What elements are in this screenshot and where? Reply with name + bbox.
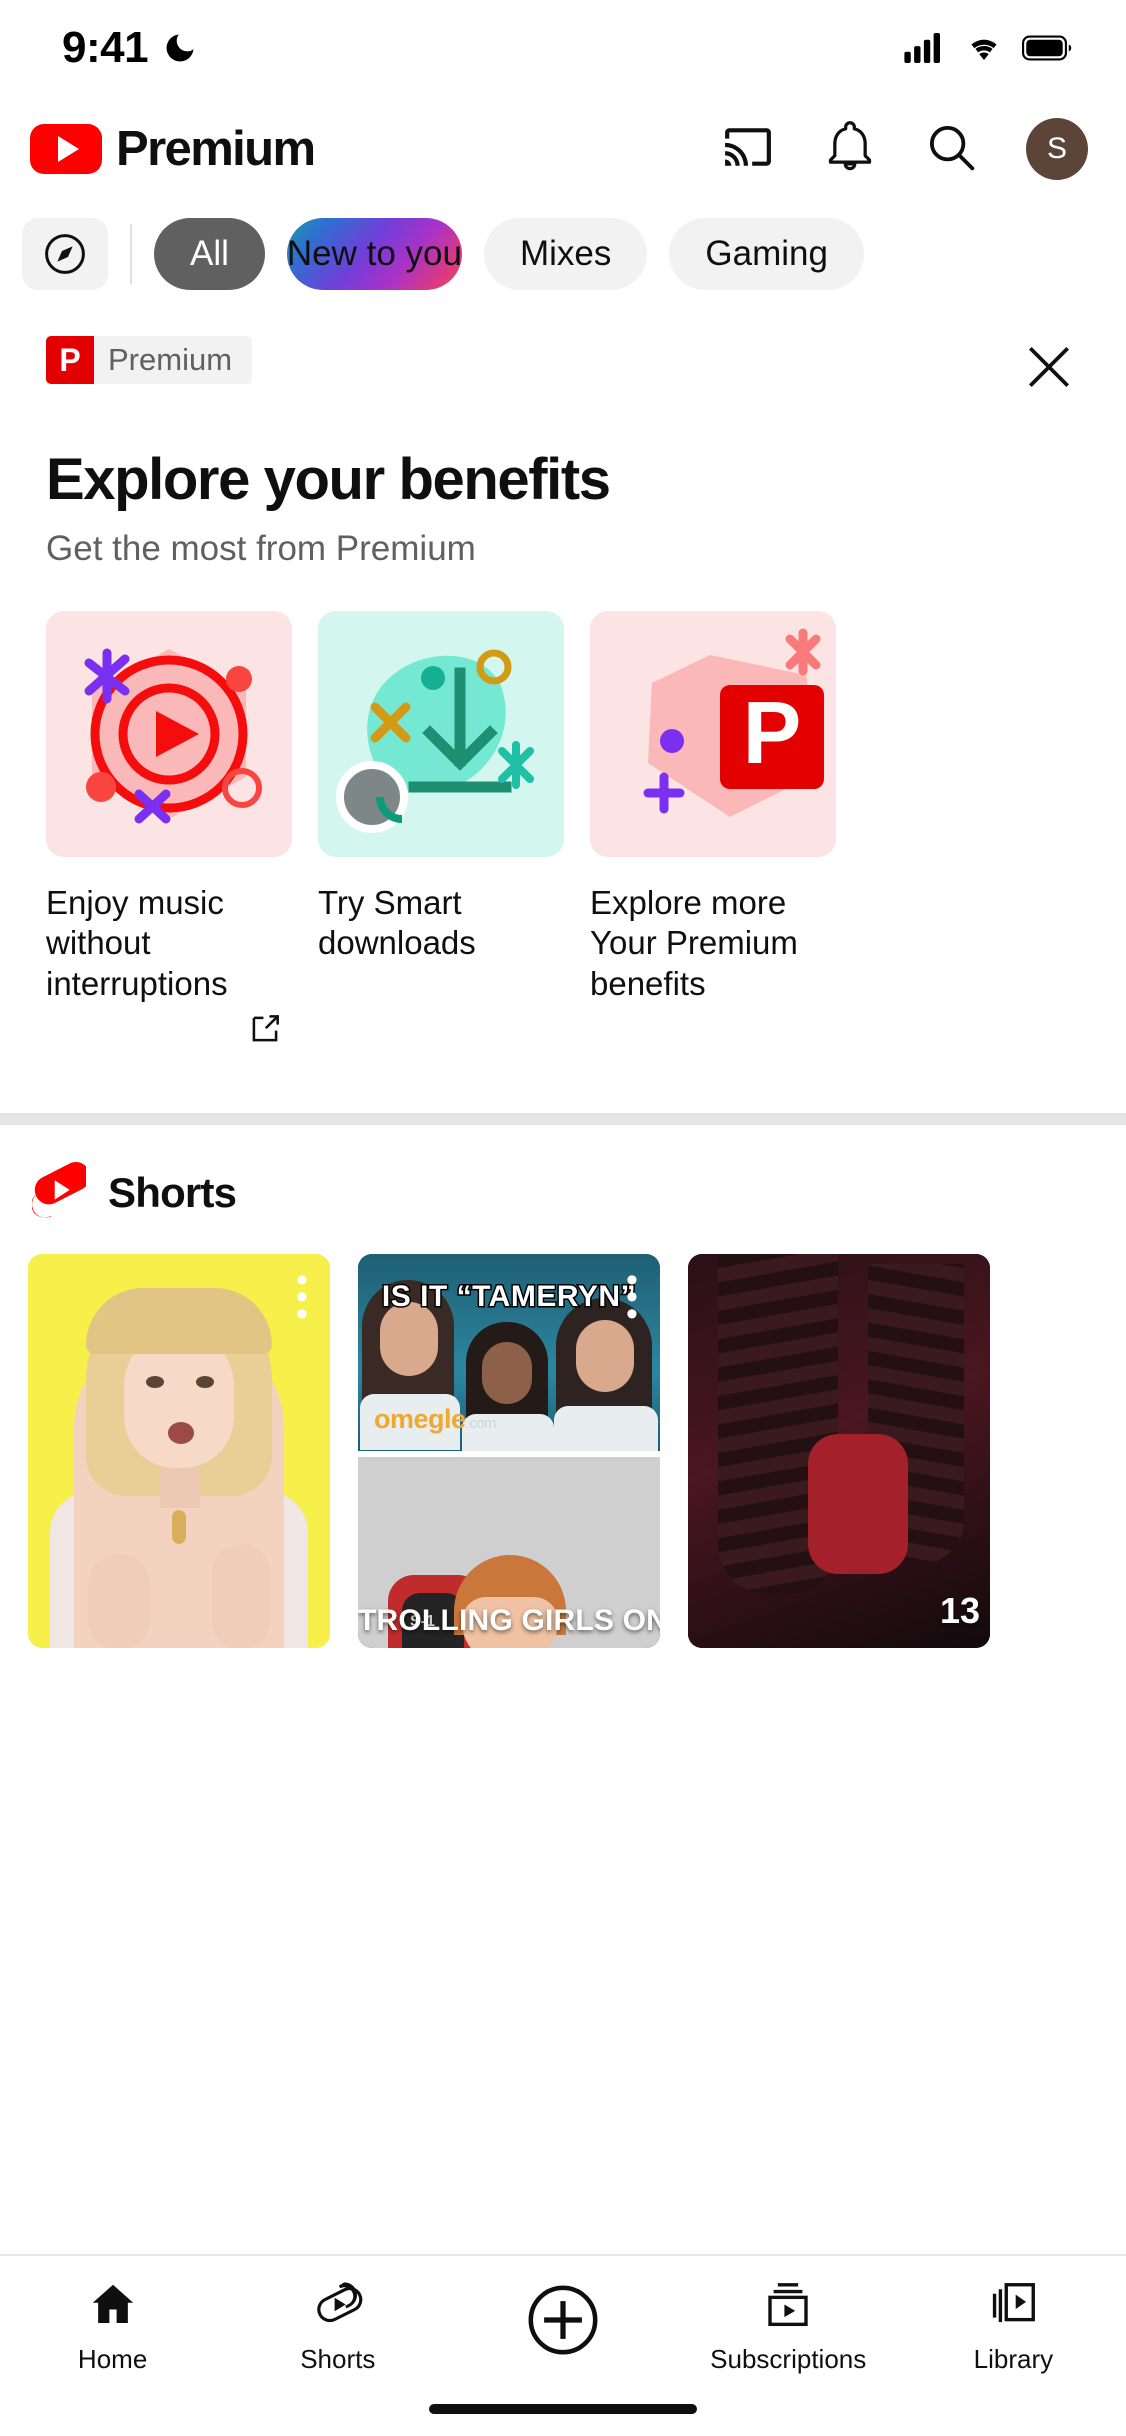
avatar-initial: S	[1046, 132, 1067, 165]
premium-badge-letter: P	[46, 336, 94, 384]
more-vert-icon[interactable]: • • •	[622, 1263, 642, 1331]
chip-gaming[interactable]: Gaming	[669, 218, 864, 290]
chip-label: New to you	[286, 234, 462, 273]
svg-text:P: P	[743, 683, 802, 782]
nav-item-subscriptions[interactable]: Subscriptions	[676, 2278, 901, 2375]
premium-p-badge-art: P	[590, 611, 836, 857]
subscriptions-icon	[768, 2283, 808, 2327]
benefit-card[interactable]: P Explore more Your Premium benefits	[590, 611, 836, 1053]
omegle-watermark: omegle.com	[374, 1403, 497, 1434]
benefit-card[interactable]: Enjoy music without interruptions	[46, 611, 292, 1053]
benefit-card-list[interactable]: Enjoy music without interruptions Try Sm…	[46, 611, 1080, 1053]
filter-chip-bar[interactable]: All New to you Mixes Gaming	[0, 202, 1126, 308]
benefit-card-title: Explore more Your Premium benefits	[590, 884, 798, 1002]
short-badge: 13	[939, 1589, 980, 1631]
bottom-navigation: Home Shorts Subscriptions Library	[0, 2254, 1126, 2436]
short-card[interactable]: omegle.com S-1 IS IT “TAMERYN” TROLLING …	[358, 1253, 660, 1648]
cellular-signal-icon	[904, 33, 940, 63]
promo-title: Explore your benefits	[46, 447, 611, 512]
promo-subtitle: Get the most from Premium	[46, 529, 476, 568]
nav-label: Subscriptions	[710, 2344, 867, 2374]
section-divider	[0, 1112, 1126, 1125]
shorts-carousel[interactable]: • • • omegle.com S-1 IS IT “TAMERYN” TROLL…	[0, 1253, 1126, 1648]
app-header: Premium S	[0, 96, 1126, 202]
header-actions: S	[720, 118, 1088, 180]
benefit-card-footer	[46, 1010, 292, 1053]
close-x-icon[interactable]	[1018, 336, 1080, 398]
status-bar-right	[904, 33, 1072, 63]
premium-badge: P Premium	[46, 336, 253, 384]
short-card[interactable]: 13	[688, 1253, 990, 1648]
premium-badge-label: Premium	[108, 342, 233, 377]
battery-full-icon	[1022, 35, 1072, 61]
short-caption: TROLLING GIRLS ON	[358, 1603, 660, 1637]
status-bar: 9:41	[0, 0, 1126, 96]
youtube-logo-icon	[30, 124, 102, 174]
chip-divider	[130, 224, 132, 284]
premium-promo-section: P Premium Explore your benefits Get the …	[0, 308, 1126, 1053]
wifi-icon	[971, 39, 997, 60]
shorts-logo-icon	[31, 1161, 91, 1226]
notifications-bell-icon[interactable]	[824, 120, 876, 178]
library-icon	[993, 2283, 1036, 2323]
create-plus-icon	[528, 2285, 598, 2355]
benefit-card[interactable]: Try Smart downloads	[318, 611, 564, 1053]
avatar[interactable]: S	[1026, 118, 1088, 180]
nav-item-shorts[interactable]: Shorts	[225, 2278, 450, 2375]
chip-new-to-you[interactable]: New to you	[286, 218, 462, 290]
home-icon	[92, 2284, 133, 2323]
nav-item-home[interactable]: Home	[0, 2278, 225, 2375]
nav-item-library[interactable]: Library	[901, 2278, 1126, 2375]
explore-compass-icon[interactable]	[22, 218, 108, 290]
benefit-card-title: Enjoy music without interruptions	[46, 884, 228, 1002]
chip-mixes[interactable]: Mixes	[484, 218, 648, 290]
short-card[interactable]: • • •	[28, 1253, 330, 1648]
chip-label: Mixes	[520, 234, 612, 273]
download-arrow-art	[318, 611, 564, 857]
crescent-moon-icon	[166, 34, 194, 62]
nav-label: Shorts	[300, 2344, 376, 2374]
more-vert-icon[interactable]: • • •	[292, 1263, 312, 1331]
external-link-icon[interactable]	[246, 1010, 284, 1053]
shorts-icon	[317, 2282, 363, 2323]
play-button-hexagon-art	[46, 611, 292, 857]
chip-all[interactable]: All	[154, 218, 265, 290]
nav-item-create[interactable]	[450, 2278, 675, 2374]
brand-name: Premium	[116, 122, 316, 176]
promo-header-row: P Premium	[46, 336, 1080, 398]
shorts-section-header: Shorts	[0, 1125, 1126, 1254]
brand-logo[interactable]: Premium	[30, 121, 316, 177]
home-indicator	[429, 2404, 697, 2414]
status-bar-left: 9:41	[62, 23, 198, 73]
benefit-card-title: Try Smart downloads	[318, 884, 476, 962]
status-time: 9:41	[62, 23, 149, 72]
nav-label: Library	[973, 2344, 1054, 2374]
short-overlay-text: IS IT “TAMERYN”	[380, 1278, 637, 1314]
nav-label: Home	[77, 2344, 148, 2374]
search-icon[interactable]	[924, 120, 978, 179]
chip-label: All	[190, 234, 229, 273]
chip-label: Gaming	[705, 234, 828, 273]
cast-icon[interactable]	[720, 122, 776, 177]
shorts-section-title: Shorts	[108, 1169, 237, 1217]
